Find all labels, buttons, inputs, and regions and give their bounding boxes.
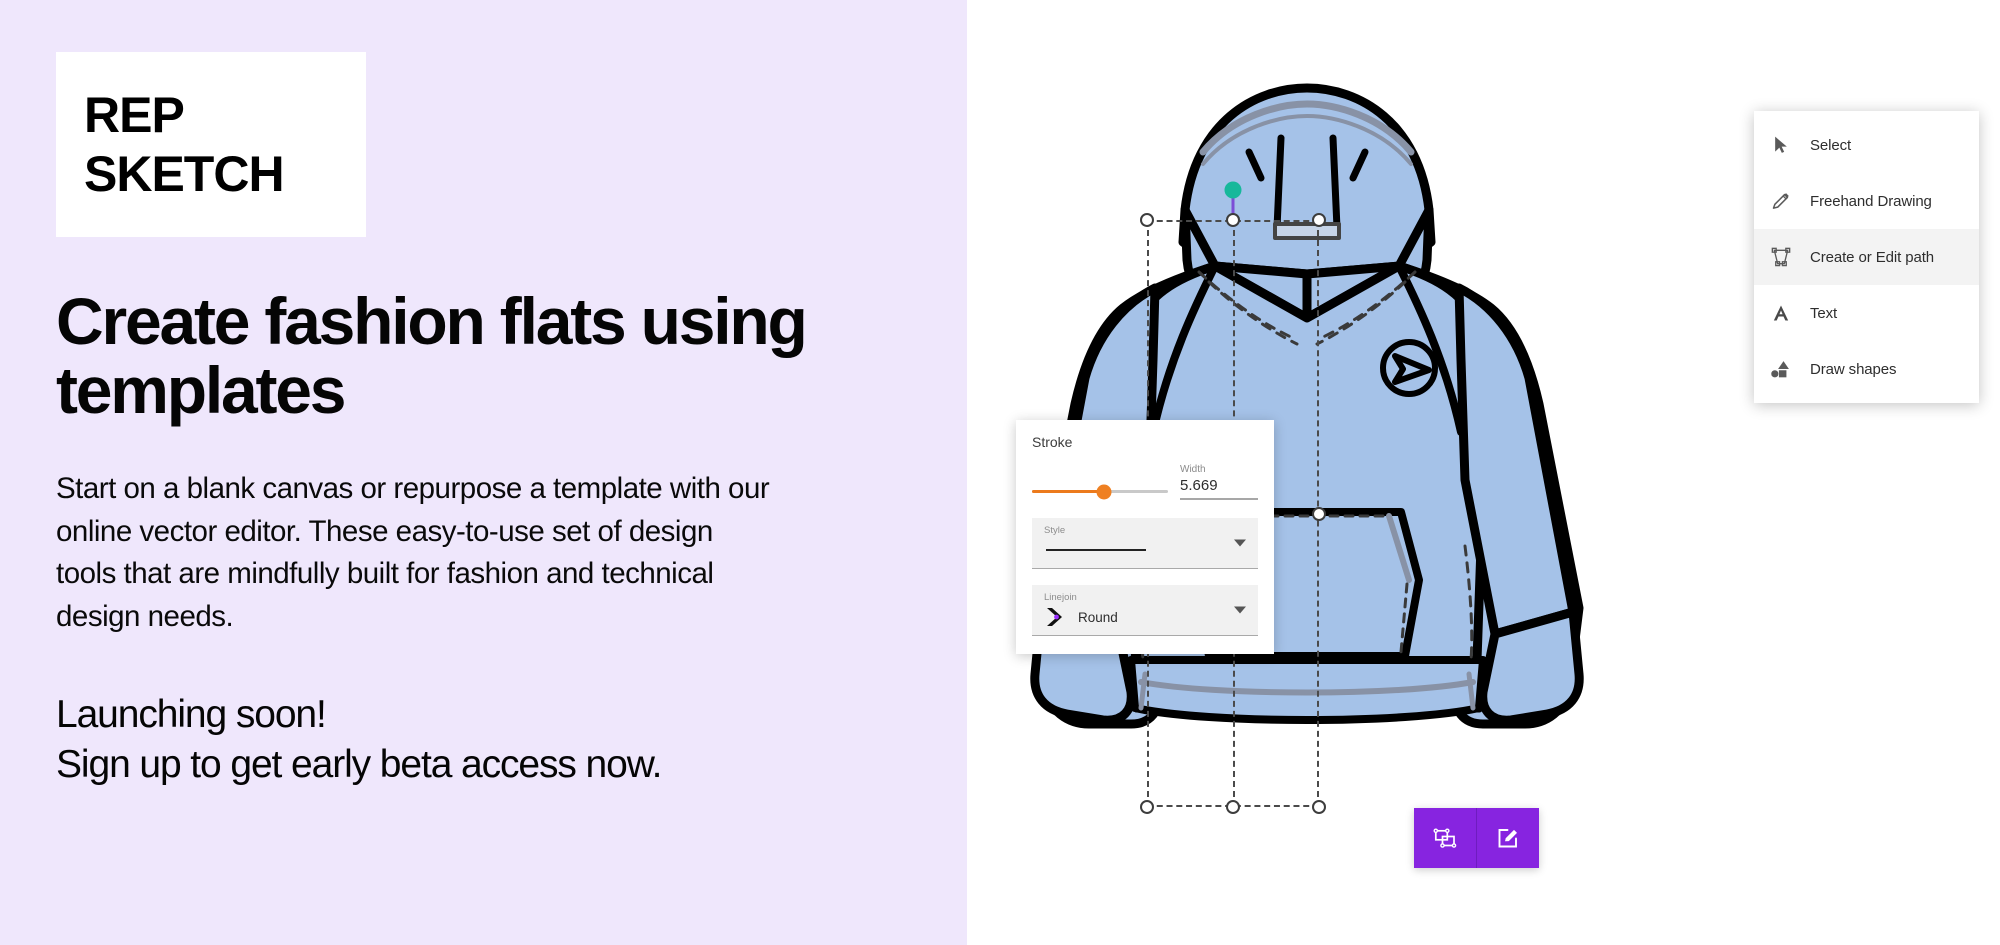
stroke-style-dropdown[interactable]: Style bbox=[1032, 518, 1258, 569]
round-linejoin-icon bbox=[1047, 608, 1062, 626]
logo-line-1: REP bbox=[84, 86, 185, 143]
tool-menu-label: Draw shapes bbox=[1810, 360, 1897, 378]
linejoin-label: Linejoin bbox=[1044, 592, 1077, 603]
cta-line-2: Sign up to get early beta access now. bbox=[56, 743, 662, 787]
cta-line-1: Launching soon! bbox=[56, 693, 327, 737]
node-path-icon bbox=[1770, 246, 1792, 268]
tool-menu-label: Text bbox=[1810, 304, 1838, 322]
tool-menu-item-draw-shapes[interactable]: Draw shapes bbox=[1754, 341, 1979, 397]
tool-menu-item-select[interactable]: Select bbox=[1754, 117, 1979, 173]
brand-logo: REP SKETCH bbox=[56, 52, 366, 237]
cursor-arrow-icon bbox=[1770, 134, 1792, 156]
tool-menu-label: Create or Edit path bbox=[1810, 248, 1935, 266]
tool-menu-item-text[interactable]: Text bbox=[1754, 285, 1979, 341]
hero-description: Start on a blank canvas or repurpose a t… bbox=[56, 472, 770, 633]
stroke-style-line-preview bbox=[1046, 549, 1146, 551]
editor-canvas[interactable]: Stroke Width 5.669 Style Linejoin Round … bbox=[967, 0, 2000, 945]
object-action-bar[interactable] bbox=[1414, 808, 1539, 868]
chevron-down-icon[interactable] bbox=[1234, 606, 1246, 614]
hero-panel: REP SKETCH Create fashion flats using te… bbox=[0, 0, 967, 945]
tool-menu-item-create-or-edit-path[interactable]: Create or Edit path bbox=[1754, 229, 1979, 285]
stroke-width-slider[interactable] bbox=[1032, 482, 1168, 500]
stroke-style-value bbox=[1044, 539, 1248, 561]
edit-nodes-button[interactable] bbox=[1414, 808, 1476, 868]
linejoin-value-row: Round bbox=[1044, 606, 1248, 628]
shapes-icon bbox=[1770, 358, 1792, 380]
stroke-width-field[interactable]: Width 5.669 bbox=[1180, 464, 1258, 500]
page-title: Create fashion flats using templates bbox=[56, 284, 808, 427]
chevron-down-icon[interactable] bbox=[1234, 539, 1246, 547]
node-transform-icon bbox=[1433, 828, 1457, 848]
stroke-style-label: Style bbox=[1044, 525, 1066, 536]
stroke-width-value[interactable]: 5.669 bbox=[1180, 477, 1258, 500]
slider-thumb[interactable] bbox=[1096, 484, 1112, 499]
pencil-icon bbox=[1770, 190, 1792, 212]
landing-page: REP SKETCH Create fashion flats using te… bbox=[0, 0, 2000, 945]
cta-block: Launching soon! Sign up to get early bet… bbox=[56, 690, 911, 790]
stroke-panel-title: Stroke bbox=[1032, 434, 1073, 450]
slider-fill bbox=[1032, 490, 1105, 493]
logo-line-2: SKETCH bbox=[84, 145, 285, 202]
stroke-properties-panel[interactable]: Stroke Width 5.669 Style Linejoin Round bbox=[1016, 420, 1274, 654]
edit-object-button[interactable] bbox=[1476, 808, 1539, 868]
tool-menu-item-freehand-drawing[interactable]: Freehand Drawing bbox=[1754, 173, 1979, 229]
tool-context-menu[interactable]: Select Freehand Drawing Create or Edit p… bbox=[1754, 111, 1979, 403]
stroke-width-row: Width 5.669 bbox=[1032, 464, 1258, 500]
edit-square-pencil-icon bbox=[1498, 829, 1517, 848]
tool-menu-label: Select bbox=[1810, 136, 1852, 154]
text-a-icon bbox=[1770, 302, 1792, 324]
stroke-width-label: Width bbox=[1180, 464, 1206, 475]
linejoin-value: Round bbox=[1078, 609, 1118, 625]
tool-menu-label: Freehand Drawing bbox=[1810, 192, 1932, 210]
linejoin-dropdown[interactable]: Linejoin Round bbox=[1032, 585, 1258, 636]
